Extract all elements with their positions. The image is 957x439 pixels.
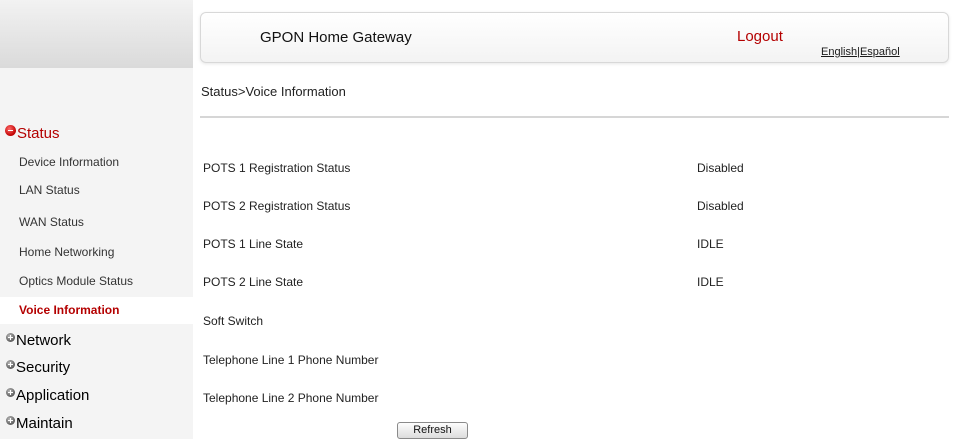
phone-line2-number-label: Telephone Line 2 Phone Number bbox=[203, 391, 379, 405]
soft-switch-label: Soft Switch bbox=[203, 314, 264, 328]
pots2-line-state-label: POTS 2 Line State bbox=[203, 275, 304, 289]
sidebar-item-home-networking[interactable]: Home Networking bbox=[0, 241, 193, 263]
expand-icon bbox=[6, 332, 15, 342]
menu-security[interactable]: Security bbox=[0, 356, 193, 378]
pots1-line-state-value: IDLE bbox=[697, 237, 724, 251]
refresh-button[interactable]: Refresh bbox=[397, 422, 468, 439]
sidebar-header bbox=[0, 0, 193, 68]
sidebar-item-wan-status[interactable]: WAN Status bbox=[0, 211, 193, 233]
menu-security-label: Security bbox=[16, 358, 71, 376]
expand-icon bbox=[6, 359, 15, 369]
menu-maintain-label: Maintain bbox=[16, 414, 73, 432]
language-switch: English|Español bbox=[821, 46, 900, 58]
phone-line1-number-label: Telephone Line 1 Phone Number bbox=[203, 353, 379, 367]
sidebar: Status Device Information LAN Status WAN… bbox=[0, 0, 193, 439]
breadcrumb: Status>Voice Information bbox=[201, 84, 346, 99]
sidebar-item-voice-information[interactable]: Voice Information bbox=[0, 297, 193, 324]
lang-english-link[interactable]: English bbox=[821, 46, 857, 58]
expand-icon bbox=[6, 415, 15, 425]
divider bbox=[200, 116, 949, 118]
pots2-registration-value: Disabled bbox=[697, 199, 744, 213]
header-bar: GPON Home Gateway Logout English|Español bbox=[200, 12, 949, 63]
pots2-line-state-value: IDLE bbox=[697, 275, 724, 289]
logout-link[interactable]: Logout bbox=[737, 28, 783, 45]
pots1-line-state-label: POTS 1 Line State bbox=[203, 237, 304, 251]
lang-espanol-link[interactable]: Español bbox=[860, 46, 900, 58]
menu-network[interactable]: Network bbox=[0, 329, 193, 351]
menu-maintain[interactable]: Maintain bbox=[0, 412, 193, 434]
sidebar-item-lan-status[interactable]: LAN Status bbox=[0, 179, 193, 201]
menu-application-label: Application bbox=[16, 386, 90, 404]
expand-icon bbox=[6, 387, 15, 397]
sidebar-item-device-information[interactable]: Device Information bbox=[0, 151, 193, 173]
pots1-registration-value: Disabled bbox=[697, 161, 744, 175]
pots2-registration-label: POTS 2 Registration Status bbox=[203, 199, 351, 213]
pots1-registration-label: POTS 1 Registration Status bbox=[203, 161, 351, 175]
menu-application[interactable]: Application bbox=[0, 384, 193, 406]
app-title: GPON Home Gateway bbox=[260, 29, 412, 46]
sidebar-item-optics-module-status[interactable]: Optics Module Status bbox=[0, 270, 193, 292]
menu-network-label: Network bbox=[16, 331, 72, 349]
menu-status[interactable]: Status bbox=[0, 121, 193, 145]
menu-status-label: Status bbox=[17, 124, 60, 142]
collapse-icon bbox=[5, 124, 16, 136]
